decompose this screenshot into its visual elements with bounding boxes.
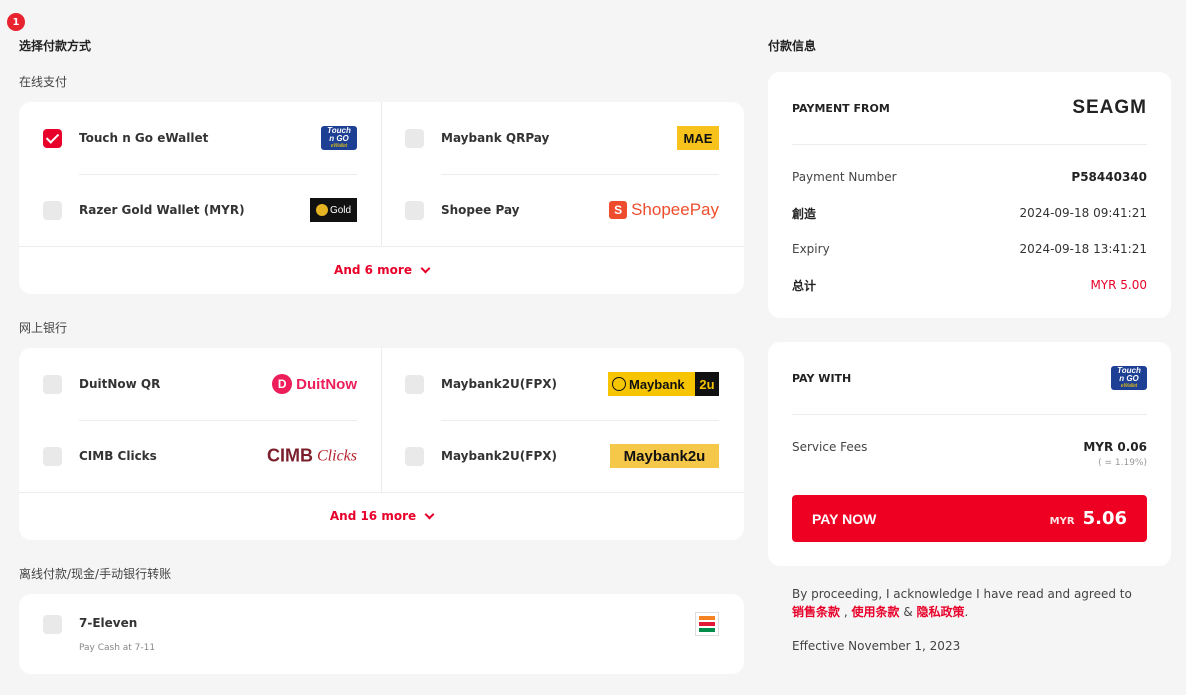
cimb-clicks-logo: CIMB Clicks (267, 445, 357, 466)
divider (792, 144, 1147, 145)
option-maybank2u-fpx-2[interactable]: Maybank2U(FPX) Maybank2u (405, 420, 719, 492)
pay-with-label: PAY WITH (792, 371, 852, 385)
checkbox[interactable] (43, 200, 62, 220)
mae-logo: MAE (677, 126, 719, 150)
divider (381, 102, 382, 246)
online-payment-title: 在线支付 (19, 75, 68, 89)
maybank-2u-logo: Maybank 2u (608, 372, 719, 396)
payment-number-value: P58440340 (1071, 170, 1147, 184)
option-maybank-qrpay[interactable]: Maybank QRPay MAE (405, 102, 719, 174)
total-label: 总计 (792, 278, 817, 293)
seven-eleven-logo (695, 612, 719, 636)
divider (381, 348, 382, 492)
divider (792, 414, 1147, 415)
show-more-label: And 16 more (329, 509, 417, 523)
service-fees-value: MYR 0.06 (1083, 440, 1147, 454)
option-label: CIMB Clicks (79, 449, 157, 463)
expiry-value: 2024-09-18 13:41:21 (1019, 242, 1147, 256)
pay-now-label: PAY NOW (812, 510, 877, 527)
option-label: DuitNow QR (79, 377, 161, 391)
payment-info-title: 付款信息 (768, 39, 817, 53)
option-razer-gold[interactable]: Razer Gold Wallet (MYR) Gold (43, 174, 357, 246)
option-label: Razer Gold Wallet (MYR) (79, 203, 245, 217)
payment-from-card: PAYMENT FROM SEAGM Payment Number P58440… (768, 72, 1171, 318)
payment-number-label: Payment Number (792, 170, 897, 184)
checkbox[interactable] (43, 446, 62, 466)
checkbox[interactable] (405, 128, 424, 148)
option-label: Touch n Go eWallet (79, 131, 209, 145)
effective-date: Effective November 1, 2023 (792, 639, 961, 653)
online-banking-title: 网上银行 (19, 321, 68, 335)
option-label: Maybank2U(FPX) (441, 377, 558, 391)
checkbox[interactable] (43, 374, 62, 394)
touch-n-go-logo: Touch n GO eWallet (1111, 366, 1147, 390)
terms-of-sale-link[interactable]: 销售条款 (792, 605, 840, 619)
created-label: 創造 (792, 206, 817, 221)
show-more-label: And 6 more (334, 263, 412, 277)
show-more-online-button[interactable]: And 6 more (19, 246, 744, 294)
pay-now-button[interactable]: PAY NOW MYR 5.06 (792, 495, 1147, 542)
expiry-label: Expiry (792, 242, 830, 256)
option-seven-eleven[interactable]: 7-Eleven Pay Cash at 7-11 (43, 594, 719, 674)
period: . (964, 605, 969, 619)
option-sublabel: Pay Cash at 7-11 (79, 643, 156, 653)
created-value: 2024-09-18 09:41:21 (1019, 206, 1147, 220)
pay-now-currency: MYR (1049, 516, 1075, 527)
online-banking-card: DuitNow QR D DuitNow Maybank2U(FPX) Mayb… (19, 348, 744, 540)
checkbox[interactable] (405, 374, 424, 394)
razer-gold-logo: Gold (310, 198, 357, 222)
service-fees-label: Service Fees (792, 440, 868, 454)
option-cimb-clicks[interactable]: CIMB Clicks CIMB Clicks (43, 420, 357, 492)
payment-from-label: PAYMENT FROM (792, 101, 890, 115)
checkbox[interactable] (405, 200, 424, 220)
payment-method-title: 选择付款方式 (19, 39, 92, 53)
offline-payment-title: 离线付款/现金/手动银行转账 (19, 567, 172, 581)
option-label: Shopee Pay (441, 203, 520, 217)
duitnow-logo: D DuitNow (272, 374, 357, 394)
separator: , (843, 605, 848, 619)
shopeepay-logo: S ShopeePay (609, 200, 719, 220)
privacy-policy-link[interactable]: 隐私政策 (917, 605, 965, 619)
option-maybank2u-fpx[interactable]: Maybank2U(FPX) Maybank 2u (405, 348, 719, 420)
ampersand: & (903, 605, 913, 619)
touch-n-go-logo: Touch n GO eWallet (321, 126, 357, 150)
checkbox[interactable] (43, 615, 62, 634)
show-more-banking-button[interactable]: And 16 more (19, 492, 744, 540)
option-label: 7-Eleven (79, 616, 138, 630)
pay-now-amount: 5.06 (1082, 508, 1127, 529)
offline-payment-card: 7-Eleven Pay Cash at 7-11 (19, 594, 744, 674)
seagm-logo: SEAGM (1072, 97, 1147, 118)
total-value: MYR 5.00 (1090, 278, 1147, 292)
maybank2u-logo: Maybank2u (610, 444, 719, 468)
chevron-down-icon (420, 263, 431, 273)
legal-statement: By proceeding, I acknowledge I have read… (792, 587, 1132, 601)
option-label: Maybank2U(FPX) (441, 449, 558, 463)
checkbox-checked[interactable] (43, 128, 62, 148)
option-duitnow-qr[interactable]: DuitNow QR D DuitNow (43, 348, 357, 420)
option-shopee-pay[interactable]: Shopee Pay S ShopeePay (405, 174, 719, 246)
terms-of-use-link[interactable]: 使用条款 (852, 605, 900, 619)
checkbox[interactable] (405, 446, 424, 466)
online-payment-card: Touch n Go eWallet Touch n GO eWallet Ma… (19, 102, 744, 294)
service-fees-percent: ( = 1.19%) (1098, 458, 1147, 468)
chevron-down-icon (424, 509, 435, 519)
option-label: Maybank QRPay (441, 131, 550, 145)
step-badge-1: 1 (7, 13, 25, 31)
option-touch-n-go[interactable]: Touch n Go eWallet Touch n GO eWallet (43, 102, 357, 174)
legal-text: By proceeding, I acknowledge I have read… (792, 585, 1152, 621)
